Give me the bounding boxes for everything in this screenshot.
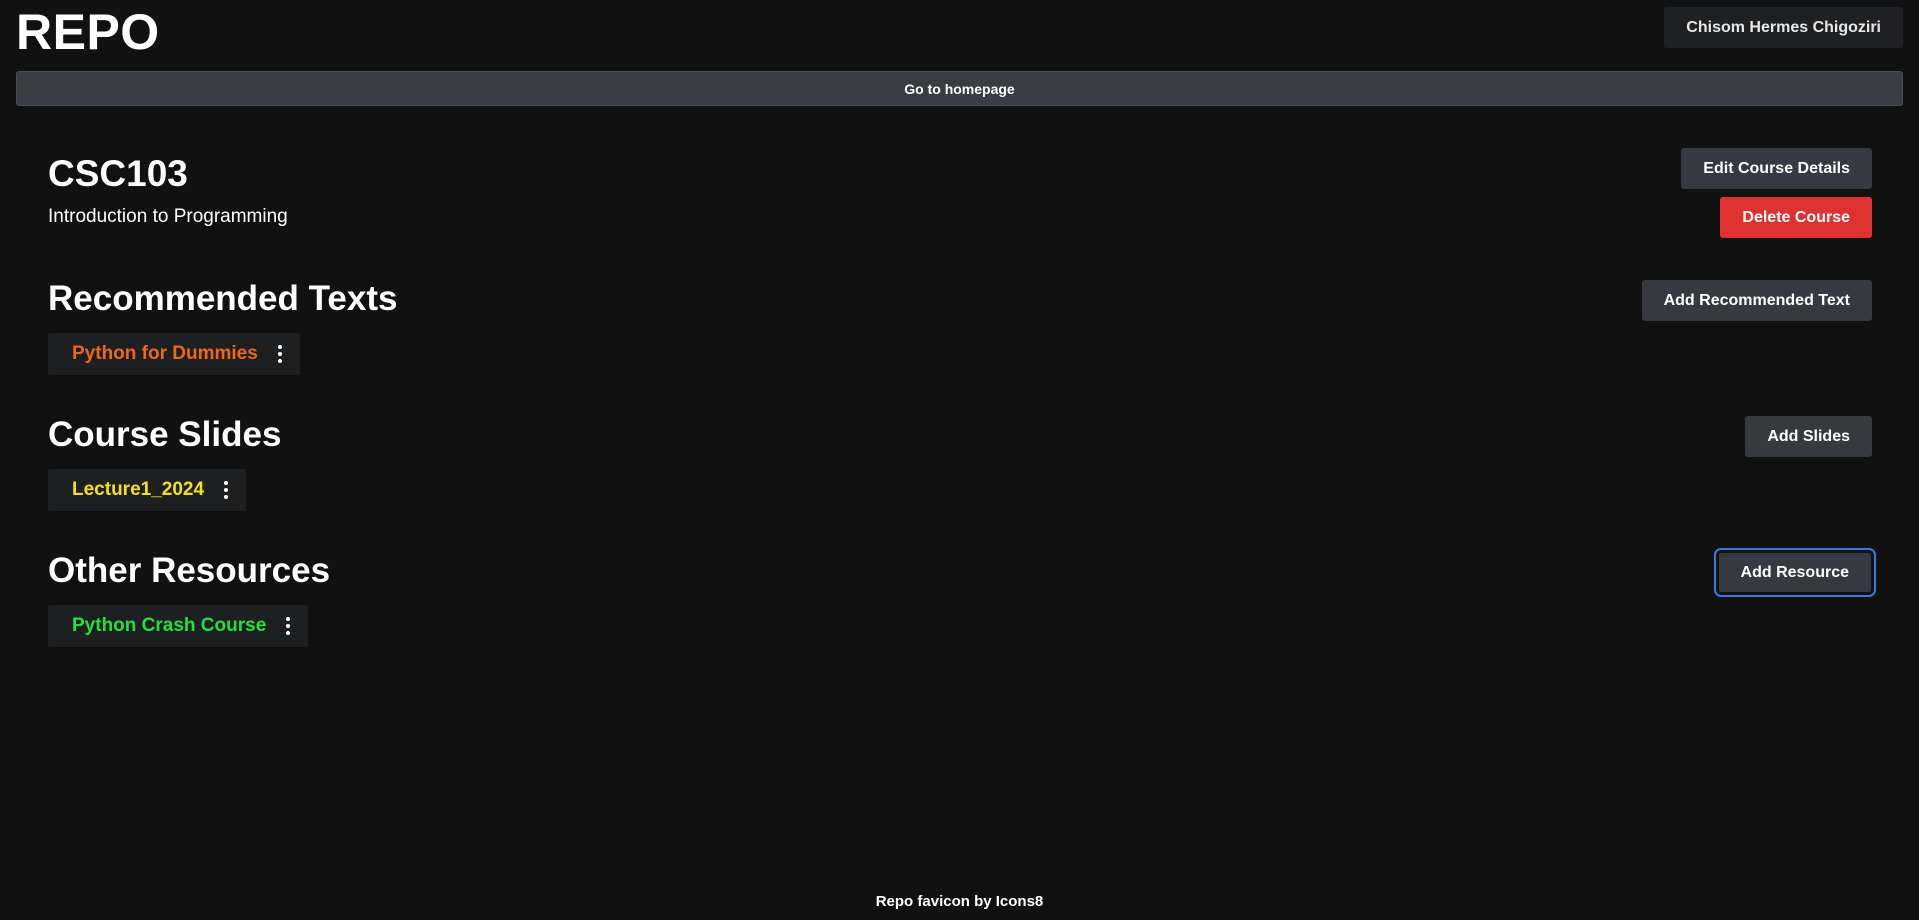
- other-resources-title: Other Resources: [48, 551, 331, 590]
- footer-credit: Repo favicon by Icons8: [875, 893, 1044, 910]
- edit-course-details-button[interactable]: Edit Course Details: [1681, 148, 1872, 189]
- course-code: CSC103: [48, 153, 188, 194]
- more-vertical-icon[interactable]: [284, 615, 292, 637]
- course-slide-label[interactable]: Lecture1_2024: [72, 479, 204, 501]
- recommended-texts-title: Recommended Texts: [48, 279, 398, 318]
- go-to-homepage-button[interactable]: Go to homepage: [16, 71, 1903, 106]
- course-name: Introduction to Programming: [48, 206, 288, 227]
- header: REPO Chisom Hermes Chigoziri: [16, 0, 1903, 70]
- other-resource-label[interactable]: Python Crash Course: [72, 615, 266, 637]
- user-menu-button[interactable]: Chisom Hermes Chigoziri: [1664, 7, 1903, 48]
- more-vertical-icon[interactable]: [276, 343, 284, 365]
- delete-course-button[interactable]: Delete Course: [1720, 197, 1872, 238]
- add-resource-button[interactable]: Add Resource: [1713, 548, 1877, 597]
- recommended-text-item[interactable]: Python for Dummies: [48, 333, 300, 375]
- add-slides-button[interactable]: Add Slides: [1745, 416, 1872, 457]
- more-vertical-icon[interactable]: [222, 479, 230, 501]
- recommended-text-label[interactable]: Python for Dummies: [72, 343, 258, 365]
- other-resource-item[interactable]: Python Crash Course: [48, 605, 309, 647]
- app-root: REPO Chisom Hermes Chigoziri Go to homep…: [0, 0, 1919, 920]
- add-recommended-text-button[interactable]: Add Recommended Text: [1641, 280, 1872, 321]
- course-slide-item[interactable]: Lecture1_2024: [48, 469, 247, 511]
- app-logo[interactable]: REPO: [16, 4, 160, 60]
- course-slides-title: Course Slides: [48, 415, 282, 454]
